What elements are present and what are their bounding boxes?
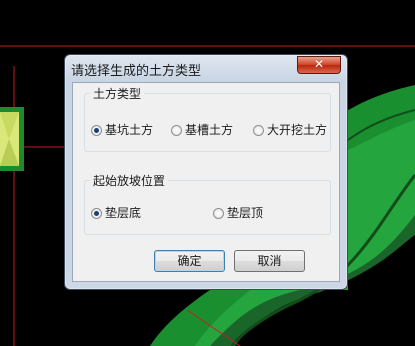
slope-start-group-label: 起始放坡位置 [90, 172, 169, 189]
cad-block-shape [0, 107, 24, 171]
radio-foundation-trench-label: 基槽土方 [185, 123, 234, 137]
dialog-title: 请选择生成的土方类型 [71, 64, 202, 79]
radio-cushion-top-label: 垫层顶 [227, 206, 264, 220]
earthwork-type-group-label: 土方类型 [90, 85, 145, 102]
radio-foundation-pit-label: 基坑土方 [105, 123, 154, 137]
radio-cushion-bottom-label: 垫层底 [105, 206, 142, 220]
slope-start-group: 起始放坡位置 垫层底 垫层顶 [84, 172, 331, 235]
radio-unchecked-icon [213, 208, 224, 219]
close-button[interactable]: ✕ [297, 56, 341, 74]
radio-cushion-top[interactable]: 垫层顶 [213, 204, 263, 220]
earthwork-type-dialog: 请选择生成的土方类型 ✕ 土方类型 基坑土方 基槽土方 大开挖土方 起始放坡位置… [64, 54, 348, 290]
cancel-button[interactable]: 取消 [234, 250, 305, 272]
ok-button[interactable]: 确定 [154, 250, 225, 272]
radio-foundation-pit[interactable]: 基坑土方 [91, 121, 153, 137]
earthwork-type-group: 土方类型 基坑土方 基槽土方 大开挖土方 [84, 85, 331, 152]
radio-cushion-bottom[interactable]: 垫层底 [91, 204, 141, 220]
close-icon: ✕ [313, 57, 325, 71]
radio-checked-icon [91, 125, 102, 136]
radio-foundation-trench[interactable]: 基槽土方 [171, 121, 233, 137]
radio-unchecked-icon [253, 125, 264, 136]
dialog-titlebar[interactable]: 请选择生成的土方类型 ✕ [65, 55, 347, 81]
radio-mass-excavation-label: 大开挖土方 [267, 123, 328, 137]
radio-unchecked-icon [171, 125, 182, 136]
radio-mass-excavation[interactable]: 大开挖土方 [253, 121, 327, 137]
radio-checked-icon [91, 208, 102, 219]
